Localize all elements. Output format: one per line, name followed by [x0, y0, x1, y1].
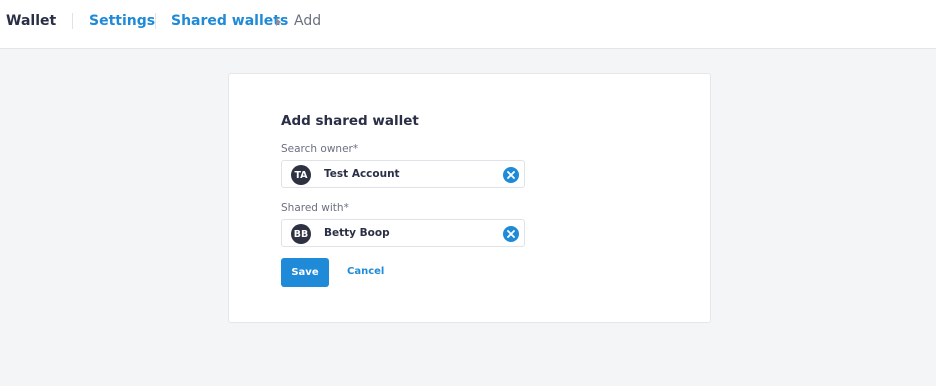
shared-with-label: Shared with*	[281, 202, 349, 214]
close-icon	[507, 230, 515, 238]
app-title: Wallet	[6, 13, 57, 29]
shared-with-avatar: BB	[291, 224, 311, 244]
breadcrumb-current: Add	[294, 13, 322, 29]
owner-avatar: TA	[291, 165, 311, 185]
nav-divider	[155, 13, 156, 29]
shared-with-value: Betty Boop	[324, 227, 390, 239]
close-icon	[507, 171, 515, 179]
shared-with-field[interactable]: BB Betty Boop	[281, 219, 525, 247]
add-shared-wallet-card: Add shared wallet Search owner* TA Test …	[228, 73, 711, 323]
search-owner-label: Search owner*	[281, 143, 359, 155]
form-title: Add shared wallet	[281, 113, 419, 129]
clear-shared-with-button[interactable]	[503, 226, 519, 242]
owner-value: Test Account	[324, 168, 400, 180]
chevron-right-icon	[276, 18, 281, 26]
cancel-button[interactable]: Cancel	[347, 266, 384, 277]
nav-divider	[72, 13, 73, 29]
clear-owner-button[interactable]	[503, 167, 519, 183]
top-navigation-bar: Wallet Settings Shared wallets Add	[0, 0, 936, 49]
breadcrumb-settings-link[interactable]: Settings	[89, 13, 155, 29]
breadcrumb-shared-wallets-link[interactable]: Shared wallets	[171, 13, 288, 29]
save-button[interactable]: Save	[281, 258, 329, 287]
search-owner-field[interactable]: TA Test Account	[281, 160, 525, 188]
